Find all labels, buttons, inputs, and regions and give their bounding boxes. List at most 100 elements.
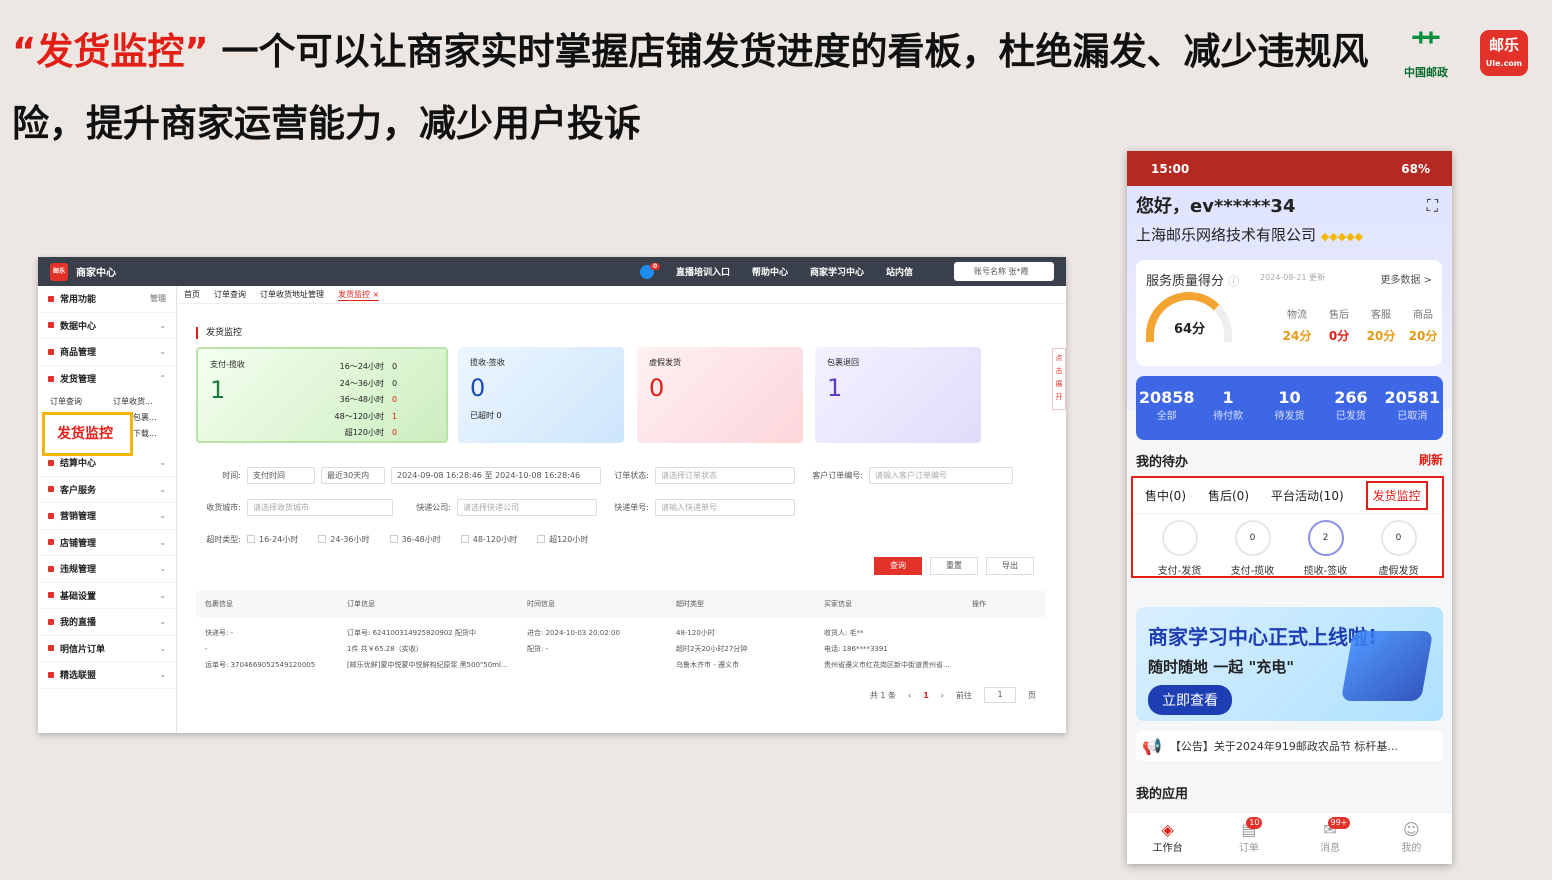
stat-shipped[interactable]: 266 已发货 xyxy=(1320,388,1381,440)
circle-pay-ship[interactable]: 支付-发货 xyxy=(1143,520,1216,577)
time-type-select[interactable]: 支付时间 xyxy=(247,466,315,484)
svc-more-link[interactable]: 更多数据 > xyxy=(1380,271,1432,286)
sidebar-label: 常用功能 xyxy=(60,295,97,306)
express-select[interactable]: 请选择快递公司 xyxy=(457,498,597,516)
bottom-tabbar: ◈ 工作台 ▤ 订单 10 ✉ 消息 99+ ☺ 我的 xyxy=(1127,812,1452,864)
banner-button[interactable]: 立即查看 xyxy=(1148,685,1232,715)
tab-messages[interactable]: ✉ 消息 99+ xyxy=(1290,813,1371,864)
timeout-option[interactable]: 36-48小时 xyxy=(389,534,441,545)
card-fake-shipping[interactable]: 虚假发货 0 xyxy=(637,347,803,443)
todo-tab-activity[interactable]: 平台活动(10) xyxy=(1271,487,1344,504)
sub-download[interactable]: 下载... xyxy=(133,428,157,439)
todo-tab-after-sale[interactable]: 售后(0) xyxy=(1208,487,1249,504)
chevron-down-icon: ⌄ xyxy=(159,347,166,357)
row-value: 0 xyxy=(392,395,398,404)
sub-package[interactable]: 包裹... xyxy=(133,412,157,423)
chevron-down-icon: ⌄ xyxy=(159,511,166,521)
account-box[interactable]: 账号名称 张*霞 xyxy=(954,262,1054,281)
sidebar-item-postcard[interactable]: 明信片订单 ⌄ xyxy=(38,636,176,662)
timeout-option[interactable]: 24-36小时 xyxy=(318,534,370,545)
manage-link[interactable]: 管理 xyxy=(150,293,166,304)
expand-toggle[interactable]: 点击展开 xyxy=(1052,348,1066,410)
card-title: 包裹退回 xyxy=(827,358,859,367)
date-range-picker[interactable]: 2024-09-08 16:28:46 至 2024-10-08 16:28:4… xyxy=(391,466,601,484)
sidebar-item-store[interactable]: 店铺管理 ⌄ xyxy=(38,530,176,556)
tab-mine[interactable]: ☺ 我的 xyxy=(1371,813,1452,864)
scan-icon[interactable]: ⛶ xyxy=(1427,196,1438,216)
row-label: 24～36小时 xyxy=(339,378,384,388)
tab-workbench[interactable]: ◈ 工作台 xyxy=(1127,813,1208,864)
query-button[interactable]: 查询 xyxy=(874,557,922,575)
track-input[interactable]: 请输入快递单号 xyxy=(655,498,795,516)
sidebar-item-shipping[interactable]: 发货管理 ⌃ xyxy=(38,366,176,393)
score-label: 商品 xyxy=(1413,310,1433,321)
sidebar-item-live[interactable]: 我的直播 ⌄ xyxy=(38,609,176,636)
gear-icon xyxy=(48,592,54,599)
cell-line: [邮乐优鲜]蒙中悦蒙中悦鲜构纪原浆 黑500"50ml... xyxy=(347,661,508,669)
tab-shipping-monitor[interactable]: 发货监控 × xyxy=(338,289,380,301)
todo-circles: 支付-发货 0 支付-揽收 2 揽收-签收 0 虚假发货 xyxy=(1133,514,1442,577)
tab-orders[interactable]: ▤ 订单 10 xyxy=(1208,813,1289,864)
sidebar-item-marketing[interactable]: 营销管理 ⌄ xyxy=(38,503,176,530)
sidebar-item-common[interactable]: 常用功能 管理 xyxy=(38,286,176,313)
stat-to-ship[interactable]: 10 待发货 xyxy=(1259,388,1320,440)
column-header: 订单信息 xyxy=(347,600,375,608)
status-select[interactable]: 请选择订单状态 xyxy=(655,466,795,484)
circle-pickup-sign[interactable]: 2 揽收-签收 xyxy=(1289,520,1362,577)
circle-pay-pickup[interactable]: 0 支付-揽收 xyxy=(1216,520,1289,577)
circle-fake-shipping[interactable]: 0 虚假发货 xyxy=(1362,520,1435,577)
promo-banner[interactable]: 商家学习中心正式上线啦! 随时随地 一起 "充电" 立即查看 xyxy=(1136,607,1443,721)
timeout-option[interactable]: 48-120小时 xyxy=(460,534,517,545)
card-package-return[interactable]: 包裹退回 1 xyxy=(815,347,981,443)
nav-live-training[interactable]: 直播培训入口 xyxy=(676,265,730,278)
checkbox-icon xyxy=(247,535,255,543)
shipping-monitor-highlight[interactable]: 发货监控 xyxy=(42,412,133,456)
nav-help-center[interactable]: 帮助中心 xyxy=(752,265,788,278)
timeout-option[interactable]: 16-24小时 xyxy=(247,534,298,545)
page-tabs: 首页 订单查询 订单收货地址管理 发货监控 × xyxy=(178,286,1066,304)
order-no-label: 客户订单编号: xyxy=(812,470,863,480)
ule-logo: 邮乐 Ule.com xyxy=(1480,30,1528,76)
card-pickup-sign[interactable]: 揽收-签收 0 已超时 0 xyxy=(458,347,624,443)
export-button[interactable]: 导出 xyxy=(986,557,1034,575)
refresh-button[interactable]: 刷新 xyxy=(1419,451,1443,470)
prev-page-icon[interactable]: ‹ xyxy=(908,691,911,700)
sidebar-item-service[interactable]: 客户服务 ⌄ xyxy=(38,477,176,503)
pager-input[interactable]: 1 xyxy=(984,687,1016,703)
sidebar-item-violation[interactable]: 违规管理 ⌄ xyxy=(38,556,176,583)
next-page-icon[interactable]: › xyxy=(941,691,944,700)
todo-tab-in-sale[interactable]: 售中(0) xyxy=(1145,487,1186,504)
status-time: 15:00 xyxy=(1151,161,1190,176)
table-row[interactable]: 快递号: - - 运单号: 3704669052549120005 订单号: 624… xyxy=(196,617,1046,673)
nav-learning-center[interactable]: 商家学习中心 xyxy=(810,265,864,278)
brand[interactable]: 邮乐 商家中心 xyxy=(50,262,116,281)
tab-home[interactable]: 首页 xyxy=(184,289,200,300)
sidebar-item-settings[interactable]: 基础设置 ⌄ xyxy=(38,583,176,609)
sidebar-item-data[interactable]: 数据中心 ⌄ xyxy=(38,313,176,339)
sub-order-address[interactable]: 订单收货... xyxy=(113,396,153,407)
sidebar-item-alliance[interactable]: 精选联盟 ⌄ xyxy=(38,662,176,689)
todo-tab-shipping-monitor[interactable]: 发货监控 xyxy=(1365,481,1428,510)
stat-cancelled[interactable]: 20581 已取消 xyxy=(1382,388,1443,440)
u-icon[interactable]: 0 xyxy=(640,262,661,279)
cell-line: 48-120小时 xyxy=(676,629,715,637)
tab-address[interactable]: 订单收货地址管理 xyxy=(260,289,324,300)
order-no-input[interactable]: 请输入客户订单编号 xyxy=(869,466,1013,484)
time-range-select[interactable]: 最近30天内 xyxy=(321,466,385,484)
tab-order-query[interactable]: 订单查询 xyxy=(214,289,246,300)
stat-unpaid[interactable]: 1 待付款 xyxy=(1197,388,1258,440)
sidebar-label: 数据中心 xyxy=(60,321,97,332)
card-pay-pickup[interactable]: 支付-揽收 1 16～24小时 0 24～36小时 0 36～48小时 0 48～12… xyxy=(196,347,448,443)
service-quality-card[interactable]: 服务质量得分 ⓘ 2024-08-21 更新 更多数据 > 64分 物流 24分 … xyxy=(1136,260,1442,366)
city-select[interactable]: 请选择收货城市 xyxy=(247,498,393,516)
notice-bar[interactable]: 📢 【公告】关于2024年919邮政农品节 标杆基... xyxy=(1136,731,1443,761)
chevron-up-icon: ⌃ xyxy=(159,374,166,384)
sub-order-query[interactable]: 订单查询 xyxy=(50,396,82,407)
sidebar-item-goods[interactable]: 商品管理 ⌄ xyxy=(38,339,176,366)
stat-all[interactable]: 20858 全部 xyxy=(1136,388,1197,440)
goods-icon xyxy=(48,348,54,355)
pager-current[interactable]: 1 xyxy=(923,691,929,700)
timeout-option[interactable]: 超120小时 xyxy=(537,534,588,545)
reset-button[interactable]: 重置 xyxy=(930,557,978,575)
circle-label: 支付-揽收 xyxy=(1230,566,1275,577)
